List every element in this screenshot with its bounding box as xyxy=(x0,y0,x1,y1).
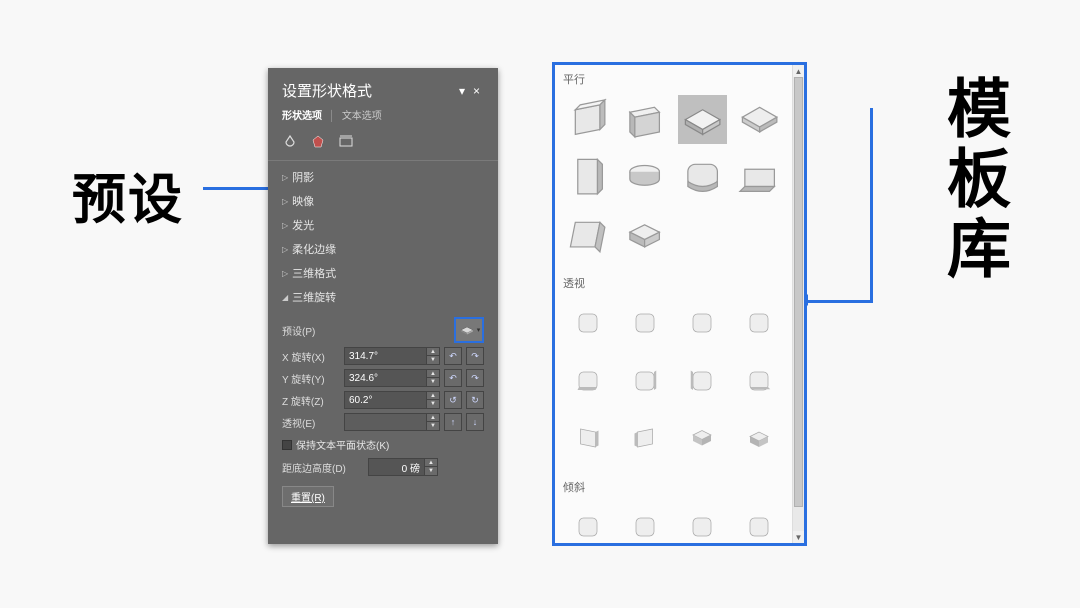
section-soft-edges[interactable]: ▷柔化边缘 xyxy=(268,237,498,261)
distance-label: 距底边高度(D) xyxy=(282,460,364,475)
fill-line-icon[interactable] xyxy=(282,134,298,150)
preset-thumb[interactable] xyxy=(563,413,612,462)
preset-thumb[interactable] xyxy=(735,413,784,462)
preset-thumb[interactable] xyxy=(563,503,612,544)
library-section-parallel: 平行 xyxy=(555,65,792,91)
preset-library-popup: 平行 透视 xyxy=(552,62,807,546)
connector-line xyxy=(804,300,872,303)
preset-thumb[interactable] xyxy=(563,210,612,259)
distance-input[interactable]: ▲▼ xyxy=(368,458,438,476)
x-rotation-label: X 旋转(X) xyxy=(282,349,340,364)
spin-down[interactable]: ▼ xyxy=(427,356,439,364)
perspective-narrow-button[interactable]: ↑ xyxy=(444,413,462,431)
library-section-perspective: 透视 xyxy=(555,269,792,295)
section-shadow[interactable]: ▷阴影 xyxy=(268,165,498,189)
preset-thumb[interactable] xyxy=(678,356,727,405)
effects-icon[interactable] xyxy=(310,134,326,150)
y-rotation-input[interactable]: ▲▼ xyxy=(344,369,440,387)
preset-thumb[interactable] xyxy=(678,413,727,462)
keep-text-flat-checkbox[interactable]: 保持文本平面状态(K) xyxy=(282,437,484,452)
spin-down[interactable]: ▼ xyxy=(425,467,437,475)
preset-thumb[interactable] xyxy=(620,152,669,201)
library-scrollbar[interactable]: ▲ ▼ xyxy=(792,65,804,543)
panel-close-button[interactable]: × xyxy=(469,84,484,98)
x-rotate-left-button[interactable]: ↶ xyxy=(444,347,462,365)
panel-title: 设置形状格式 xyxy=(282,80,372,101)
y-rotate-left-button[interactable]: ↶ xyxy=(444,369,462,387)
preset-thumb[interactable] xyxy=(735,152,784,201)
scroll-up-button[interactable]: ▲ xyxy=(793,65,804,77)
preset-picker-button[interactable]: ▾ xyxy=(454,317,484,343)
preset-thumb[interactable] xyxy=(563,356,612,405)
preset-thumb-selected[interactable] xyxy=(678,95,727,144)
spin-down[interactable]: ▼ xyxy=(427,422,439,430)
preset-thumb[interactable] xyxy=(735,299,784,348)
preset-field-label: 预设(P) xyxy=(282,323,340,338)
scroll-thumb[interactable] xyxy=(794,77,803,507)
format-shape-panel: 设置形状格式 ▾ × 形状选项 │ 文本选项 ▷阴影 ▷映像 ▷发光 ▷柔化边缘… xyxy=(268,68,498,544)
library-perspective-grid xyxy=(555,295,792,473)
tab-separator: │ xyxy=(329,111,335,122)
section-3d-format[interactable]: ▷三维格式 xyxy=(268,261,498,285)
section-reflection[interactable]: ▷映像 xyxy=(268,189,498,213)
tab-shape-options[interactable]: 形状选项 xyxy=(282,111,322,122)
preset-thumb[interactable] xyxy=(563,152,612,201)
preset-thumb[interactable] xyxy=(678,152,727,201)
reset-button[interactable]: 重置(R) xyxy=(282,486,334,507)
annotation-preset-label: 预设 xyxy=(72,155,184,234)
preset-thumb[interactable] xyxy=(563,95,612,144)
y-rotate-right-button[interactable]: ↷ xyxy=(466,369,484,387)
preset-thumb[interactable] xyxy=(735,95,784,144)
x-rotate-right-button[interactable]: ↷ xyxy=(466,347,484,365)
preset-thumb[interactable] xyxy=(620,210,669,259)
perspective-label: 透视(E) xyxy=(282,415,340,430)
section-glow[interactable]: ▷发光 xyxy=(268,213,498,237)
preset-thumb[interactable] xyxy=(735,356,784,405)
preset-thumb[interactable] xyxy=(620,413,669,462)
spin-up[interactable]: ▲ xyxy=(427,348,439,356)
preset-thumb[interactable] xyxy=(620,503,669,544)
z-rotate-cw-button[interactable]: ↻ xyxy=(466,391,484,409)
spin-down[interactable]: ▼ xyxy=(427,400,439,408)
preset-thumb[interactable] xyxy=(735,503,784,544)
spin-up[interactable]: ▲ xyxy=(425,459,437,467)
rotation-section-body: 预设(P) ▾ X 旋转(X) ▲▼ ↶ ↷ Y 旋转(Y) ▲▼ ↶ ↷ xyxy=(268,309,498,515)
spin-up[interactable]: ▲ xyxy=(427,392,439,400)
panel-dropdown-button[interactable]: ▾ xyxy=(455,84,469,98)
preset-thumb[interactable] xyxy=(563,299,612,348)
perspective-wide-button[interactable]: ↓ xyxy=(466,413,484,431)
preset-thumb[interactable] xyxy=(678,503,727,544)
preset-thumb[interactable] xyxy=(678,299,727,348)
scroll-down-button[interactable]: ▼ xyxy=(793,531,804,543)
y-rotation-label: Y 旋转(Y) xyxy=(282,371,340,386)
z-rotation-input[interactable]: ▲▼ xyxy=(344,391,440,409)
library-section-oblique: 倾斜 xyxy=(555,473,792,499)
spin-up[interactable]: ▲ xyxy=(427,370,439,378)
preset-thumb[interactable] xyxy=(620,299,669,348)
library-parallel-grid xyxy=(555,91,792,269)
library-oblique-grid xyxy=(555,499,792,544)
spin-up[interactable]: ▲ xyxy=(427,414,439,422)
annotation-library-label: 模板库 xyxy=(935,75,1012,285)
section-3d-rotation[interactable]: ◢三维旋转 xyxy=(268,285,498,309)
connector-line xyxy=(203,187,271,190)
x-rotation-input[interactable]: ▲▼ xyxy=(344,347,440,365)
connector-line xyxy=(870,108,873,303)
tab-text-options[interactable]: 文本选项 xyxy=(342,111,382,122)
spin-down[interactable]: ▼ xyxy=(427,378,439,386)
perspective-input[interactable]: ▲▼ xyxy=(344,413,440,431)
preset-thumb[interactable] xyxy=(620,95,669,144)
size-properties-icon[interactable] xyxy=(338,134,354,150)
z-rotation-label: Z 旋转(Z) xyxy=(282,393,340,408)
preset-thumb[interactable] xyxy=(620,356,669,405)
z-rotate-ccw-button[interactable]: ↺ xyxy=(444,391,462,409)
